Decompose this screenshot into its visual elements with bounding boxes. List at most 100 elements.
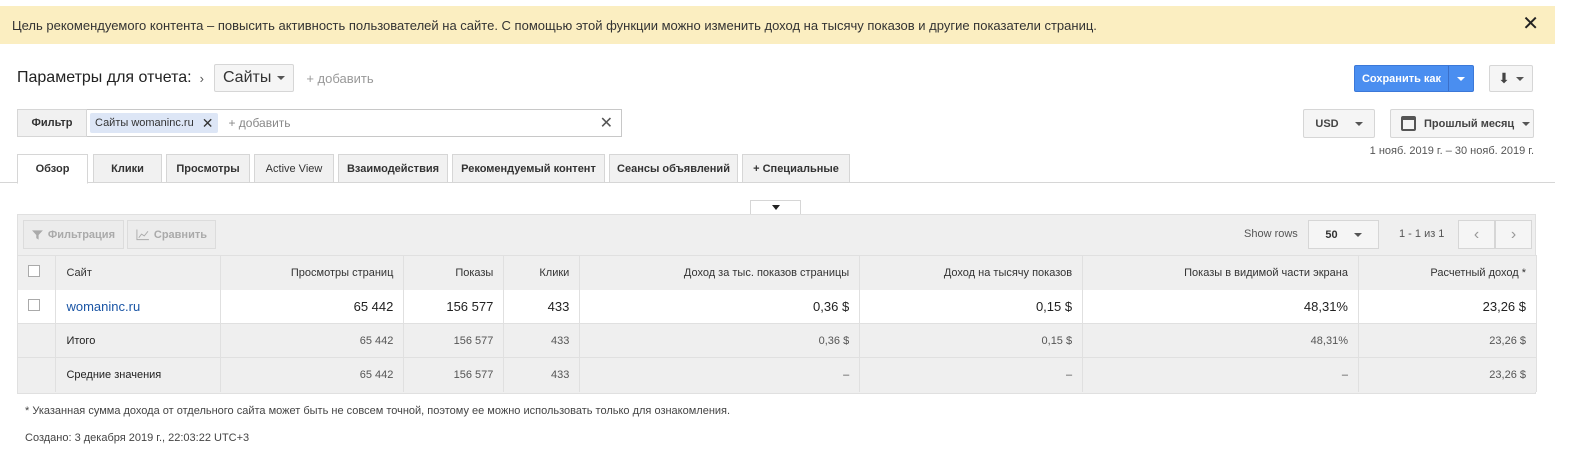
next-page-button[interactable]: › bbox=[1495, 220, 1532, 249]
created-timestamp: Создано: 3 декабря 2019 г., 22:03:22 UTC… bbox=[25, 432, 250, 444]
compare-button[interactable]: Сравнить bbox=[127, 220, 216, 249]
funnel-icon bbox=[32, 229, 43, 240]
chevron-down-icon bbox=[1353, 232, 1362, 237]
download-icon: ⬇ bbox=[1498, 70, 1510, 86]
table-cell: 23,26 $ bbox=[1358, 289, 1538, 324]
tab-active-view[interactable]: Active View bbox=[254, 154, 334, 183]
line-chart-icon bbox=[136, 228, 149, 240]
report-tabs: Обзор Клики Просмотры Active View Взаимо… bbox=[0, 154, 1555, 184]
currency-dropdown[interactable]: USD bbox=[1303, 109, 1375, 138]
close-icon[interactable]: ✕ bbox=[1522, 14, 1539, 34]
table-cell: 65 442 bbox=[220, 323, 405, 358]
column-header[interactable]: Показы bbox=[403, 255, 505, 290]
download-button[interactable]: ⬇ bbox=[1489, 65, 1533, 92]
report-params: Параметры для отчета: › Сайты + добавить bbox=[17, 64, 374, 92]
table-row: womaninc.ru 65 442 156 577 433 0,36 $ 0,… bbox=[18, 289, 1538, 324]
show-rows-label: Show rows bbox=[1244, 228, 1298, 240]
filter-chip-label: Сайты womaninc.ru bbox=[95, 117, 194, 129]
filtering-button[interactable]: Фильтрация bbox=[23, 220, 124, 249]
table-cell: – bbox=[859, 357, 1084, 392]
report-table-panel: Фильтрация Сравнить Show rows 50 1 - 1 и… bbox=[17, 214, 1538, 394]
pager-text: 1 - 1 из 1 bbox=[1399, 228, 1445, 240]
table-cell: 433 bbox=[503, 323, 581, 358]
total-row: Итого 65 442 156 577 433 0,36 $ 0,15 $ 4… bbox=[18, 323, 1538, 358]
report-table: Сайт Просмотры страниц Показы Клики Дохо… bbox=[18, 255, 1538, 392]
table-cell: 0,15 $ bbox=[859, 289, 1084, 324]
table-cell: 48,31% bbox=[1082, 289, 1359, 324]
chevron-down-icon bbox=[771, 205, 780, 210]
select-all-checkbox[interactable] bbox=[28, 265, 40, 278]
table-header-row: Сайт Просмотры страниц Показы Клики Дохо… bbox=[18, 255, 1538, 290]
table-cell: 48,31% bbox=[1082, 323, 1359, 358]
save-as-button[interactable]: Сохранить как bbox=[1354, 65, 1474, 92]
tab-views[interactable]: Просмотры bbox=[166, 154, 250, 183]
chevron-down-icon bbox=[1522, 121, 1531, 126]
chevron-down-icon bbox=[1515, 76, 1524, 81]
dimension-label: Сайты bbox=[222, 69, 272, 86]
row-checkbox[interactable] bbox=[28, 298, 40, 311]
period-dropdown[interactable]: Прошлый месяц bbox=[1390, 109, 1534, 138]
add-filter-link[interactable]: + добавить bbox=[228, 116, 290, 130]
average-row: Средние значения 65 442 156 577 433 – – … bbox=[18, 357, 1538, 392]
total-label: Итого bbox=[55, 323, 222, 358]
chevron-down-icon bbox=[277, 76, 286, 80]
table-cell: – bbox=[1082, 357, 1359, 392]
add-dimension-link[interactable]: + добавить bbox=[306, 71, 373, 86]
table-cell: 0,15 $ bbox=[859, 323, 1084, 358]
period-label: Прошлый месяц bbox=[1424, 117, 1515, 130]
table-cell: 65 442 bbox=[220, 357, 405, 392]
filter-input[interactable]: Сайты womaninc.ru ✕ + добавить ✕ bbox=[87, 109, 622, 137]
banner-text: Цель рекомендуемого контента – повысить … bbox=[12, 17, 1097, 33]
chevron-right-icon: › bbox=[199, 70, 204, 86]
tab-recommended-content[interactable]: Рекомендуемый контент bbox=[452, 154, 605, 183]
column-header[interactable]: Показы в видимой части экрана bbox=[1082, 255, 1359, 290]
collapse-chart-toggle[interactable] bbox=[750, 200, 801, 214]
save-as-label[interactable]: Сохранить как bbox=[1355, 66, 1449, 91]
dimension-dropdown[interactable]: Сайты bbox=[213, 64, 295, 92]
chevron-down-icon bbox=[1457, 76, 1465, 81]
empty-cell bbox=[18, 357, 57, 392]
table-cell: 0,36 $ bbox=[579, 323, 861, 358]
table-cell: 23,26 $ bbox=[1358, 323, 1538, 358]
select-all-cell[interactable] bbox=[18, 255, 57, 290]
info-banner: Цель рекомендуемого контента – повысить … bbox=[0, 6, 1555, 44]
filter-button[interactable]: Фильтр bbox=[17, 109, 87, 137]
save-options-button[interactable] bbox=[1449, 66, 1473, 91]
chevron-down-icon bbox=[1354, 121, 1363, 126]
prev-page-button[interactable]: ‹ bbox=[1458, 220, 1495, 249]
empty-cell bbox=[18, 323, 57, 358]
footnote: * Указанная сумма дохода от отдельного с… bbox=[25, 405, 731, 417]
tab-clicks[interactable]: Клики bbox=[93, 154, 162, 183]
tab-ad-sessions[interactable]: Сеансы объявлений bbox=[609, 154, 738, 183]
calendar-icon bbox=[1401, 116, 1416, 131]
table-cell: – bbox=[579, 357, 861, 392]
row-select-cell[interactable] bbox=[18, 289, 57, 324]
table-cell: 433 bbox=[503, 289, 581, 324]
table-cell: 156 577 bbox=[403, 289, 505, 324]
rows-per-page-dropdown[interactable]: 50 bbox=[1308, 220, 1379, 249]
remove-chip-icon[interactable]: ✕ bbox=[202, 115, 214, 132]
column-header[interactable]: Клики bbox=[503, 255, 581, 290]
column-header[interactable]: Сайт bbox=[55, 255, 222, 290]
column-header[interactable]: Просмотры страниц bbox=[220, 255, 405, 290]
filtering-label: Фильтрация bbox=[47, 228, 115, 241]
tab-custom[interactable]: + Специальные bbox=[742, 154, 850, 183]
tab-overview[interactable]: Обзор bbox=[17, 154, 88, 184]
compare-label: Сравнить bbox=[153, 228, 207, 241]
params-label: Параметры для отчета: bbox=[17, 69, 192, 86]
tab-interactions[interactable]: Взаимодействия bbox=[338, 154, 448, 183]
site-link[interactable]: womaninc.ru bbox=[55, 289, 222, 324]
table-cell: 0,36 $ bbox=[579, 289, 861, 324]
table-cell: 23,26 $ bbox=[1358, 357, 1538, 392]
rows-value: 50 bbox=[1325, 228, 1338, 241]
table-cell: 156 577 bbox=[403, 357, 505, 392]
table-toolbar: Фильтрация Сравнить Show rows 50 1 - 1 и… bbox=[18, 215, 1535, 255]
filter-chip[interactable]: Сайты womaninc.ru ✕ bbox=[90, 113, 219, 133]
column-header[interactable]: Доход за тыс. показов страницы bbox=[579, 255, 861, 290]
column-header[interactable]: Расчетный доход * bbox=[1358, 255, 1538, 290]
clear-filter-icon[interactable]: ✕ bbox=[600, 113, 613, 133]
column-header[interactable]: Доход на тысячу показов bbox=[859, 255, 1084, 290]
filter-row: Фильтр Сайты womaninc.ru ✕ + добавить ✕ bbox=[17, 109, 622, 137]
table-cell: 433 bbox=[503, 357, 581, 392]
average-label: Средние значения bbox=[55, 357, 222, 392]
